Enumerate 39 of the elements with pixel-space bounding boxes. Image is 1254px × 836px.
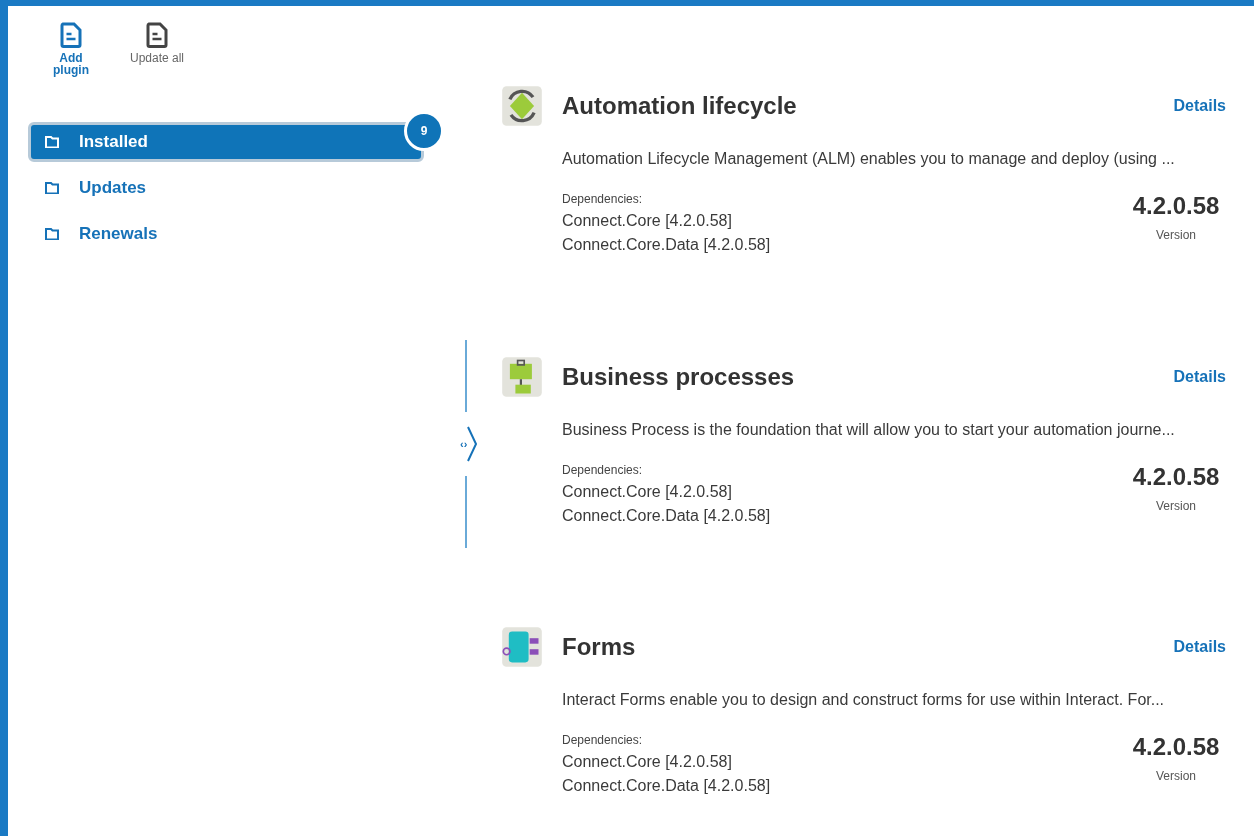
plugin-description: Interact Forms enable you to design and construct forms for use within Interact. For... bbox=[562, 691, 1166, 709]
details-link[interactable]: Details bbox=[1173, 638, 1226, 656]
plugin-title: Forms bbox=[562, 633, 637, 661]
folder-icon bbox=[45, 182, 59, 194]
version-label: Version bbox=[1156, 769, 1196, 783]
folder-icon bbox=[45, 136, 59, 148]
dependency-text: Connect.Core.Data [4.2.0.58] bbox=[562, 236, 772, 254]
details-link[interactable]: Details bbox=[1173, 97, 1226, 115]
version-number: 4.2.0.58 bbox=[1132, 462, 1220, 491]
plugin-icon bbox=[500, 625, 544, 669]
dependency-text: Connect.Core.Data [4.2.0.58] bbox=[562, 506, 772, 525]
version-label: Version bbox=[1156, 228, 1196, 242]
document-icon bbox=[60, 22, 82, 48]
nav-item[interactable]: Renewals bbox=[28, 214, 424, 254]
plugin-icon bbox=[500, 84, 544, 128]
toolbar-button[interactable]: Update all bbox=[128, 22, 186, 76]
plugin-icon bbox=[500, 354, 544, 399]
dependencies-label: Dependencies: bbox=[562, 462, 644, 477]
dependencies-label: Dependencies: bbox=[562, 733, 644, 747]
version-number: 4.2.0.58 bbox=[1132, 733, 1220, 761]
count-badge: 9 bbox=[404, 111, 444, 151]
toolbar-button[interactable]: Add plugin bbox=[42, 22, 100, 76]
collapse-toggle[interactable]: ‹› bbox=[460, 412, 478, 476]
dependency-text: Connect.Core [4.2.0.58] bbox=[562, 753, 733, 771]
dependency-text: Connect.Core [4.2.0.58] bbox=[562, 482, 733, 501]
folder-icon bbox=[45, 228, 59, 240]
version-number: 4.2.0.58 bbox=[1132, 192, 1220, 220]
dependency-text: Connect.Core [4.2.0.58] bbox=[562, 212, 733, 230]
plugin-title: Automation lifecycle bbox=[562, 92, 798, 120]
plugin-title: Business processes bbox=[562, 362, 796, 391]
details-link[interactable]: Details bbox=[1173, 367, 1226, 386]
nav-item[interactable]: Updates bbox=[28, 168, 424, 208]
dependencies-label: Dependencies: bbox=[562, 192, 644, 206]
chevron-right-icon bbox=[467, 426, 478, 462]
document-icon bbox=[146, 22, 168, 48]
version-label: Version bbox=[1156, 498, 1196, 513]
plugin-description: Business Process is the foundation that will allow you to start your automation journe... bbox=[562, 420, 1176, 439]
dependency-text: Connect.Core.Data [4.2.0.58] bbox=[562, 777, 772, 795]
plugin-description: Automation Lifecycle Management (ALM) enables you to manage and deploy (using ... bbox=[562, 150, 1176, 168]
